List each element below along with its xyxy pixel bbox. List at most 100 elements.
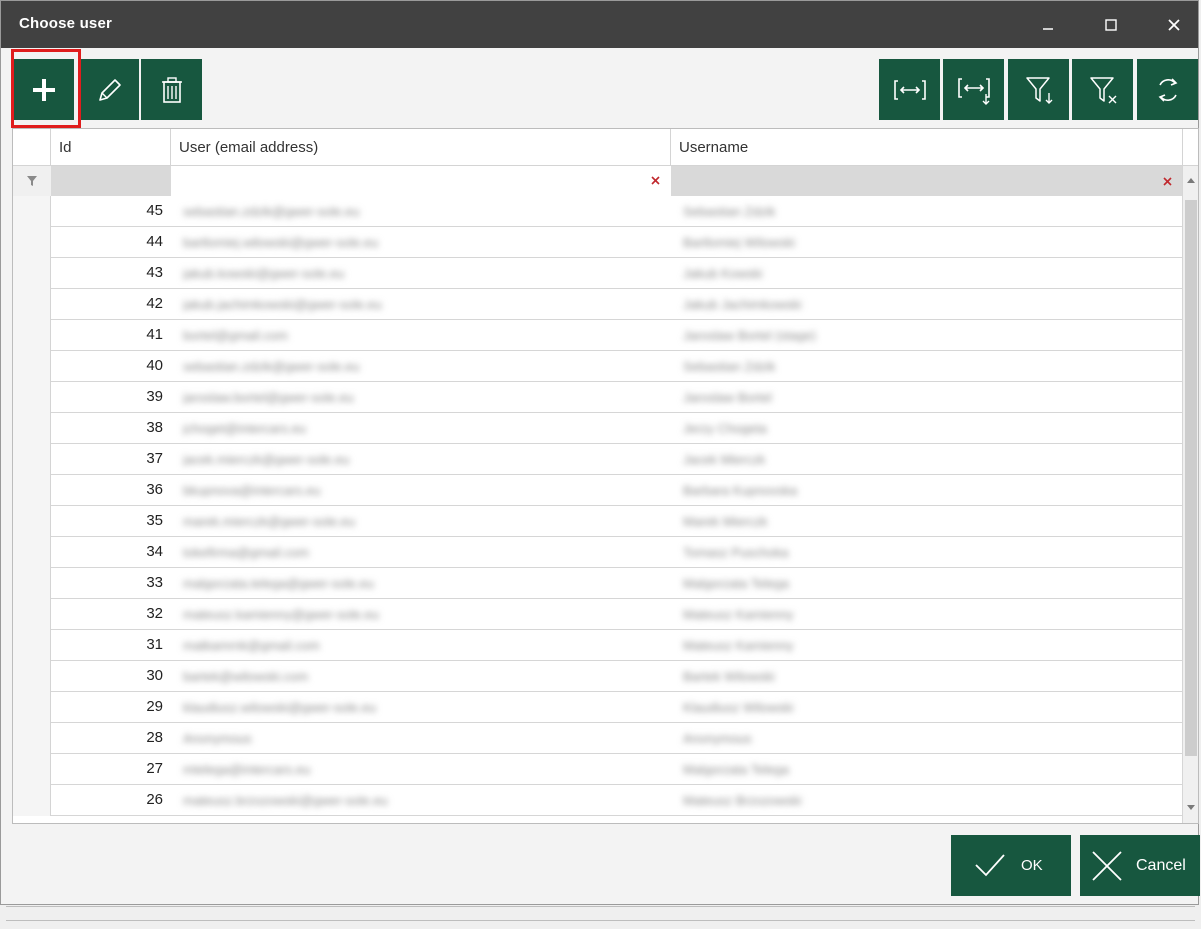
close-button[interactable]	[1151, 1, 1197, 48]
cell-username: Jerzy Chogeta	[683, 421, 767, 435]
vertical-scrollbar[interactable]	[1182, 166, 1198, 823]
filter-cell-email[interactable]	[172, 166, 670, 196]
fit-all-icon	[957, 77, 990, 105]
checkmark-icon	[975, 853, 1005, 876]
cross-icon	[1092, 850, 1122, 881]
table-row[interactable]: 39 jaroslaw.bortel@gwer-sole.eu Jaroslaw B…	[13, 382, 1182, 413]
cell-id: 34	[51, 537, 171, 568]
cell-email: marek.mierczk@gwer-sole.eu	[183, 514, 356, 528]
cell-username: Barbara Kupnovska	[683, 483, 798, 497]
table-row[interactable]: 32 mateusz.kamienny@gwer-sole.eu Mateusz K…	[13, 599, 1182, 630]
cell-email: sebastian.zdzik@gwer-sole.eu	[183, 204, 360, 218]
ok-button[interactable]: OK	[951, 835, 1071, 896]
cancel-button[interactable]: Cancel	[1080, 835, 1200, 896]
best-fit-all-button[interactable]	[943, 59, 1004, 120]
maximize-button[interactable]	[1088, 1, 1134, 48]
clear-filter-email-icon[interactable]	[651, 176, 660, 185]
row-indicator-header	[13, 129, 51, 166]
cell-email: mateusz.brzozowski@gwer-sole.eu	[183, 793, 388, 807]
cell-id: 41	[51, 320, 171, 351]
row-indicator	[13, 754, 51, 785]
table-row[interactable]: 37 jacek.mierczk@gwer-sole.eu Jacek Miercz…	[13, 444, 1182, 475]
cell-id: 39	[51, 382, 171, 413]
cell-email: mateusz.kamienny@gwer-sole.eu	[183, 607, 380, 621]
table-row[interactable]: 31 matkamrnk@gmail.com Mateusz Kamienny	[13, 630, 1182, 661]
divider	[6, 920, 1195, 921]
table-row[interactable]: 26 mateusz.brzozowski@gwer-sole.eu Mateusz…	[13, 785, 1182, 816]
table-row[interactable]: 45 sebastian.zdzik@gwer-sole.eu Sebastian …	[13, 196, 1182, 227]
column-header-id[interactable]: Id	[51, 129, 171, 166]
ok-label: OK	[1021, 857, 1043, 874]
cell-id: 29	[51, 692, 171, 723]
close-icon	[1168, 18, 1180, 31]
best-fit-columns-button[interactable]	[879, 59, 940, 120]
cell-id: 32	[51, 599, 171, 630]
refresh-button[interactable]	[1137, 59, 1198, 120]
column-header-username[interactable]: Username	[671, 129, 1182, 166]
cell-id: 37	[51, 444, 171, 475]
table-row[interactable]: 35 marek.mierczk@gwer-sole.eu Marek Miercz…	[13, 506, 1182, 537]
clear-filter-button[interactable]	[1072, 59, 1133, 120]
filter-row	[13, 166, 1182, 196]
row-indicator	[13, 692, 51, 723]
cell-id: 45	[51, 196, 171, 227]
table-row[interactable]: 29 klaudiusz.wilowski@gwer-sole.eu Klaudiu…	[13, 692, 1182, 723]
scrollbar-thumb[interactable]	[1185, 200, 1197, 756]
row-indicator	[13, 258, 51, 289]
table-row[interactable]: 38 jchoget@intercars.eu Jerzy Chogeta	[13, 413, 1182, 444]
cell-username: Malgorzata Telega	[683, 762, 789, 776]
cancel-label: Cancel	[1136, 856, 1186, 874]
funnel-clear-icon	[1089, 76, 1116, 103]
row-indicator	[13, 599, 51, 630]
delete-button[interactable]	[141, 59, 202, 120]
cell-username: Anonymous	[683, 731, 752, 745]
scrollbar-header	[1182, 129, 1198, 166]
row-indicator	[13, 444, 51, 475]
table-row[interactable]: 33 malgorzata.telega@gwer-sole.eu Malgorza…	[13, 568, 1182, 599]
clear-filter-username-icon[interactable]	[1163, 177, 1172, 186]
minimize-button[interactable]	[1025, 1, 1071, 48]
filter-cell-username[interactable]	[671, 166, 1182, 196]
cell-username: Sebastian Zdzik	[683, 204, 776, 218]
edit-button[interactable]	[78, 59, 139, 120]
table-row[interactable]: 27 mtelega@intercars.eu Malgorzata Telega	[13, 754, 1182, 785]
table-row[interactable]: 28 Anonymous Anonymous	[13, 723, 1182, 754]
table-row[interactable]: 44 bartlomiej.wilowski@gwer-sole.eu Bartlo…	[13, 227, 1182, 258]
scroll-down-icon[interactable]	[1186, 804, 1196, 812]
column-header-email[interactable]: User (email address)	[171, 129, 671, 166]
table-row[interactable]: 34 tokefirma@gmail.com Tomasz Puschoka	[13, 537, 1182, 568]
table-row[interactable]: 30 bartek@wilowski.com Bartek Wilowski	[13, 661, 1182, 692]
table-row[interactable]: 41 bortel@gmail.com Jaroslaw Bortel (stage…	[13, 320, 1182, 351]
add-button[interactable]	[13, 59, 74, 120]
cell-username: Jaroslaw Bortel	[683, 390, 772, 404]
divider	[6, 906, 1195, 907]
cell-username: Mateusz Kamienny	[683, 607, 794, 621]
cell-username: Jakub Jachimkowski	[683, 297, 802, 311]
fit-columns-icon	[893, 79, 926, 100]
table-row[interactable]: 43 jakub.kowski@gwer-sole.eu Jakub Kowski	[13, 258, 1182, 289]
funnel-icon	[1025, 76, 1052, 104]
window-title: Choose user	[19, 15, 113, 32]
filter-cell-id[interactable]	[51, 166, 171, 196]
cell-email: bortel@gmail.com	[183, 328, 288, 342]
scroll-up-icon[interactable]	[1186, 176, 1196, 184]
cell-id: 28	[51, 723, 171, 754]
table-row[interactable]: 42 jakub.jachimkowski@gwer-sole.eu Jakub J…	[13, 289, 1182, 320]
cell-id: 40	[51, 351, 171, 382]
cell-username: Jaroslaw Bortel (stage)	[683, 328, 816, 342]
cell-username: Tomasz Puschoka	[683, 545, 789, 559]
cell-username: Marek Mierczk	[683, 514, 768, 528]
cell-username: Mateusz Kamienny	[683, 638, 794, 652]
cell-email: malgorzata.telega@gwer-sole.eu	[183, 576, 374, 590]
pencil-icon	[98, 78, 121, 101]
row-indicator	[13, 320, 51, 351]
cell-email: mtelega@intercars.eu	[183, 762, 311, 776]
cell-username: Sebastian Zdzik	[683, 359, 776, 373]
row-indicator	[13, 785, 51, 816]
filter-button[interactable]	[1008, 59, 1069, 120]
table-row[interactable]: 36 bkupnova@intercars.eu Barbara Kupnovska	[13, 475, 1182, 506]
table-row[interactable]: 40 sebastian.zdzik@gwer-sole.eu Sebastian …	[13, 351, 1182, 382]
cell-username: Klaudiusz Wilowski	[683, 700, 794, 714]
cell-email: sebastian.zdzik@gwer-sole.eu	[183, 359, 360, 373]
minimize-icon	[1043, 27, 1053, 30]
